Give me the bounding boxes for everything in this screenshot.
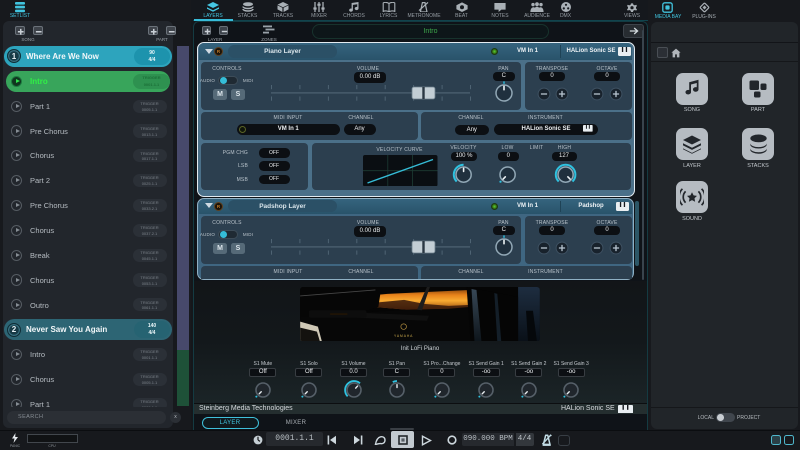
svg-text:YAMAHA: YAMAHA [394,334,413,338]
